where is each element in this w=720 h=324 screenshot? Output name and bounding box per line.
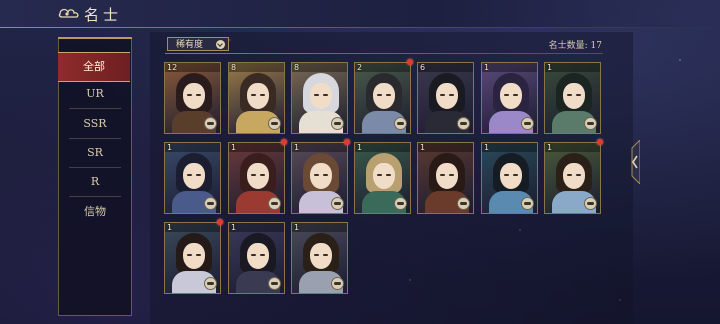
character-card[interactable]: 1 [544,142,601,214]
card-level: 8 [294,63,300,72]
notification-dot-icon [217,219,223,225]
card-level: 12 [167,63,178,72]
level-strip [229,223,284,232]
card-level: 1 [167,223,173,232]
card-level: 1 [231,143,237,152]
view-badge-icon[interactable] [331,117,344,130]
view-badge-icon[interactable] [521,197,534,210]
view-badge-icon[interactable] [394,197,407,210]
view-badge-icon[interactable] [268,117,281,130]
character-card[interactable]: 6 [417,62,474,134]
level-strip [482,63,537,72]
card-level: 1 [294,143,300,152]
page-title: 名士 [84,6,123,24]
card-level: 6 [420,63,426,72]
level-strip [355,63,410,72]
level-strip [292,143,347,152]
character-card[interactable]: 1 [164,142,221,214]
view-badge-icon[interactable] [584,197,597,210]
title-bar: 名士 [0,0,720,28]
level-strip [355,143,410,152]
level-strip [165,143,220,152]
view-badge-icon[interactable] [521,117,534,130]
character-card[interactable]: 12 [164,62,221,134]
character-card[interactable]: 1 [291,222,348,294]
card-level: 1 [231,223,237,232]
notification-dot-icon [597,139,603,145]
view-badge-icon[interactable] [268,277,281,290]
level-strip [165,223,220,232]
view-badge-icon[interactable] [331,197,344,210]
view-badge-icon[interactable] [584,117,597,130]
card-level: 8 [231,63,237,72]
card-level: 1 [167,143,173,152]
level-strip [229,63,284,72]
card-level: 1 [294,223,300,232]
character-card[interactable]: 1 [481,142,538,214]
chevron-down-icon [216,40,225,49]
level-strip [418,63,473,72]
view-badge-icon[interactable] [204,197,217,210]
notification-dot-icon [344,139,350,145]
character-card[interactable]: 1 [417,142,474,214]
tab-sr[interactable]: SR [63,139,127,168]
view-badge-icon[interactable] [457,117,470,130]
character-card[interactable]: 1 [354,142,411,214]
view-badge-icon[interactable] [331,277,344,290]
character-card[interactable]: 1 [544,62,601,134]
character-card[interactable]: 8 [291,62,348,134]
collapse-handle-icon[interactable] [626,140,640,184]
level-strip [418,143,473,152]
character-card[interactable]: 1 [481,62,538,134]
character-card[interactable]: 8 [228,62,285,134]
tab-all[interactable]: 全部 [58,52,130,82]
view-badge-icon[interactable] [204,277,217,290]
tab-ur[interactable]: UR [63,80,127,109]
level-strip [292,223,347,232]
character-card[interactable]: 1 [228,142,285,214]
level-strip [482,143,537,152]
view-badge-icon[interactable] [457,197,470,210]
card-level: 1 [547,63,553,72]
level-strip [545,63,600,72]
view-badge-icon[interactable] [268,197,281,210]
level-strip [229,143,284,152]
tab-token[interactable]: 信物 [63,198,127,226]
card-level: 1 [484,143,490,152]
view-badge-icon[interactable] [204,117,217,130]
view-badge-icon[interactable] [394,117,407,130]
character-card[interactable]: 2 [354,62,411,134]
tab-r[interactable]: R [63,168,127,197]
character-card[interactable]: 1 [228,222,285,294]
category-menu: 全部 UR SSR SR R 信物 [58,37,132,316]
notification-dot-icon [407,59,413,65]
level-strip [545,143,600,152]
notification-dot-icon [281,139,287,145]
rarity-filter-label: 稀有度 [176,40,204,50]
rarity-filter-dropdown[interactable]: 稀有度 [167,37,229,51]
card-level: 2 [357,63,363,72]
card-level: 1 [547,143,553,152]
card-level: 1 [420,143,426,152]
character-count: 名士数量: 17 [548,41,602,51]
tab-ssr[interactable]: SSR [63,110,127,139]
character-card[interactable]: 1 [291,142,348,214]
card-level: 1 [484,63,490,72]
level-strip [292,63,347,72]
cloud-ornament-icon [58,8,79,18]
character-card[interactable]: 1 [164,222,221,294]
card-level: 1 [357,143,363,152]
divider [165,53,603,54]
